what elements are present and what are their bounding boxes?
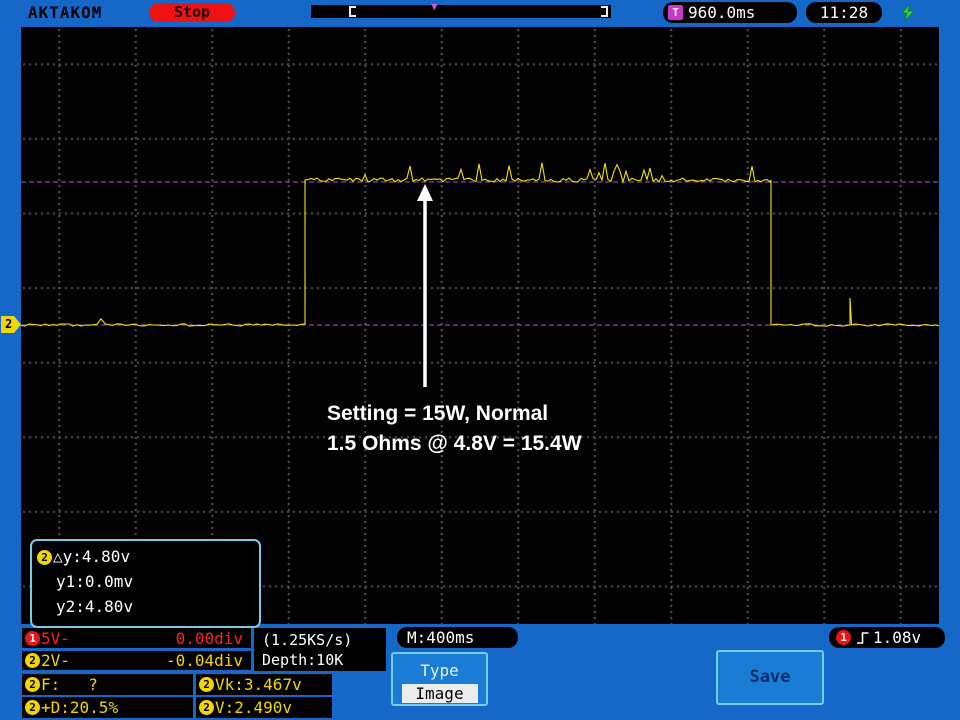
v-value: 2.490v: [234, 698, 293, 717]
waveform-display: Setting = 15W, Normal 1.5 Ohms @ 4.8V = …: [21, 27, 939, 628]
timebase-display: M:400ms: [397, 627, 518, 648]
delta-y-value: 4.80v: [81, 547, 131, 566]
cursor-y2-row: y2:4.80v: [37, 594, 259, 619]
channel2-offset: -0.04div: [165, 651, 243, 670]
measurement-frequency: 2 F: ?: [22, 674, 193, 695]
channel1-scale: 5V-: [41, 628, 70, 648]
channel1-status: 1 5V- 0.00div: [22, 628, 251, 648]
freq-value: ?: [88, 675, 98, 694]
channel2-badge: 2: [25, 677, 40, 692]
duty-value: 20.5%: [69, 698, 119, 717]
usb-status-icon: [901, 3, 915, 22]
memory-depth: Depth:10K: [262, 651, 344, 669]
channel2-badge: 2: [25, 653, 40, 668]
y1-label: y1:: [56, 572, 85, 591]
channel2-badge: 2: [199, 700, 214, 715]
rising-edge-icon: [857, 631, 869, 644]
trigger-time-icon: T: [668, 5, 683, 20]
vk-value: 3.467v: [243, 675, 302, 694]
save-button[interactable]: Save: [716, 650, 824, 705]
type-label: Type: [420, 660, 459, 680]
sample-rate: (1.25KS/s): [262, 631, 353, 649]
freq-label: F:: [41, 675, 61, 694]
type-softkey-button[interactable]: Type Image: [391, 652, 488, 706]
annotation-text: Setting = 15W, Normal 1.5 Ohms @ 4.8V = …: [327, 399, 582, 459]
channel2-badge: 2: [199, 677, 214, 692]
channel1-badge: 1: [836, 630, 851, 645]
position-bar-right-bracket: [601, 6, 608, 17]
channel2-scale: 2V-: [41, 651, 70, 670]
channel2-position-marker[interactable]: 2: [1, 316, 21, 333]
cursor-y1-row: y1:0.0mv: [37, 569, 259, 594]
type-value: Image: [401, 683, 478, 703]
oscilloscope-ui: AKTAKOM Stop ▼ T 960.0ms 11:28 Setting =…: [0, 0, 960, 720]
waveform-plot: [21, 162, 939, 387]
channel1-badge: 1: [25, 630, 40, 646]
trigger-time-value: 960.0ms: [688, 3, 756, 22]
cursor-readout-panel: 2 △y:4.80v y1:0.0mv y2:4.80v: [30, 539, 261, 628]
cursor-delta-row: 2 △y:4.80v: [37, 544, 259, 569]
clock: 11:28: [806, 2, 882, 23]
duty-label: +D:: [41, 698, 70, 717]
run-stop-button[interactable]: Stop: [149, 3, 235, 22]
brand-logo: AKTAKOM: [28, 3, 103, 22]
measurement-duty: 2 +D: 20.5%: [22, 697, 193, 718]
y1-value: 0.0mv: [84, 572, 134, 591]
vk-label: Vk:: [215, 675, 244, 694]
annotation-line2: 1.5 Ohms @ 4.8V = 15.4W: [327, 432, 582, 455]
channel1-offset: 0.00div: [175, 628, 243, 648]
annotation-arrow: [417, 184, 433, 387]
measurement-vk: 2 Vk: 3.467v: [196, 674, 332, 695]
position-bar-left-bracket: [349, 6, 356, 17]
measurement-voltage: 2 V: 2.490v: [196, 697, 332, 718]
channel2-status: 2 2V- -0.04div: [22, 651, 251, 670]
channel2-badge: 2: [25, 700, 40, 715]
horizontal-position-bar[interactable]: ▼: [311, 0, 611, 18]
y2-value: 4.80v: [84, 597, 134, 616]
annotation-line1: Setting = 15W, Normal: [327, 402, 549, 425]
v-label: V:: [215, 698, 235, 717]
delta-y-label: △y:: [53, 547, 82, 566]
acquisition-info: (1.25KS/s) Depth:10K: [254, 628, 386, 671]
channel2-badge: 2: [37, 550, 52, 565]
y2-label: y2:: [56, 597, 85, 616]
channel2-trace: [21, 162, 939, 327]
trigger-time-display: T 960.0ms: [663, 2, 797, 23]
trigger-level-value: 1.08v: [873, 628, 922, 647]
trigger-level-display: 1 1.08v: [829, 627, 945, 648]
trigger-position-marker[interactable]: ▼: [431, 0, 438, 13]
